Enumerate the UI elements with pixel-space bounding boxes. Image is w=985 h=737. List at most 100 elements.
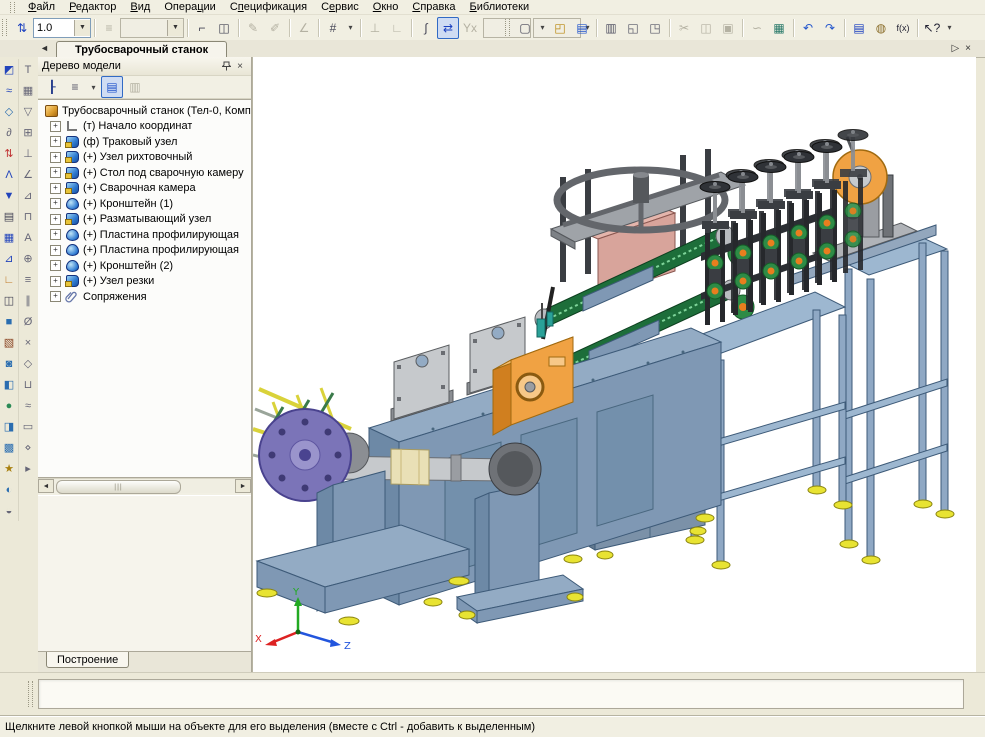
snap-toggle-icon[interactable]: ⇄ [437, 17, 459, 39]
layer-combo[interactable]: ▼ [120, 18, 184, 38]
scale-combo-dropdown[interactable]: ▼ [74, 20, 90, 36]
local-csys-icon[interactable]: ⌐ [191, 17, 213, 39]
scroll-left-arrow[interactable]: ◄ [38, 479, 54, 493]
library-manager-button[interactable]: ◍ [870, 17, 892, 39]
send-model-button[interactable]: ◳ [644, 17, 666, 39]
expand-icon[interactable]: + [50, 229, 61, 240]
cut-button[interactable]: ✂ [673, 17, 695, 39]
variables-button[interactable]: ▤ [848, 17, 870, 39]
pin-panel-icon[interactable] [219, 60, 233, 73]
tab-construction[interactable]: Построение [46, 652, 129, 668]
menu-grip[interactable] [10, 2, 15, 13]
close-panel-icon[interactable]: × [233, 60, 247, 73]
copy-button[interactable]: ◫ [695, 17, 717, 39]
document-tab[interactable]: Трубосварочный станок [56, 41, 227, 58]
solid-icon[interactable]: ■ [0, 312, 19, 331]
tolerance-icon[interactable]: ▽ [19, 102, 38, 121]
menu-Окно[interactable]: Окно [366, 1, 406, 13]
rhomb-icon[interactable]: ◇ [19, 354, 38, 373]
layer-combo-dropdown[interactable]: ▼ [167, 20, 183, 36]
expand-icon[interactable]: + [50, 276, 61, 287]
datum-icon[interactable]: ⊕ [19, 249, 38, 268]
new-document-button[interactable]: ▢ [514, 17, 536, 39]
corner-icon[interactable]: ∟ [0, 270, 19, 289]
expand-icon[interactable]: + [50, 152, 61, 163]
fx-button[interactable]: f(x) [892, 17, 914, 39]
redo-button[interactable]: ↷ [819, 17, 841, 39]
ortho-mode-icon[interactable]: ⊥ [364, 17, 386, 39]
clipboard-icon[interactable]: ◫ [0, 291, 19, 310]
boolean-icon[interactable]: ◐ [0, 480, 19, 499]
perpendicular-icon[interactable]: ⊥ [19, 144, 38, 163]
swap-arrows-icon[interactable]: ⇅ [0, 144, 19, 163]
display-mode-button[interactable]: ≡ [64, 76, 86, 98]
sheet-settings-icon[interactable]: ◫ [213, 17, 235, 39]
format-brush-button[interactable]: ∽ [746, 17, 768, 39]
auxiliary-geometry-icon[interactable]: Λ [0, 165, 19, 184]
toolbar-grip[interactable] [2, 19, 7, 36]
shell-icon[interactable]: ◨ [0, 417, 19, 436]
spline-mode-icon[interactable]: ∫ [415, 17, 437, 39]
tree-horizontal-scrollbar[interactable]: ◄ ||| ► [38, 478, 251, 493]
menu-Сервис[interactable]: Сервис [314, 1, 366, 13]
expand-icon[interactable]: + [50, 260, 61, 271]
surface-icon[interactable]: ◇ [0, 102, 19, 121]
print-preview-button[interactable]: ◱ [622, 17, 644, 39]
toolbar-grip-2[interactable] [505, 19, 510, 36]
grid-icon[interactable]: # [322, 17, 344, 39]
move-view-icon[interactable]: ∟ [386, 17, 408, 39]
text-a-icon[interactable]: A [19, 228, 38, 247]
coords-icon[interactable]: Yx [459, 17, 481, 39]
close-document-icon[interactable]: × [965, 43, 977, 54]
tree-item[interactable]: +(ф) Траковый узел [38, 134, 251, 150]
expand-icon[interactable]: + [50, 245, 61, 256]
measure-icon[interactable]: ⊿ [0, 249, 19, 268]
scroll-thumb[interactable]: ||| [56, 480, 181, 494]
new-dropdown[interactable]: ▾ [536, 17, 549, 39]
angle-dim-icon[interactable]: ∠ [19, 165, 38, 184]
tree-item[interactable]: +(+) Узел резки [38, 274, 251, 290]
applications-icon[interactable]: ★ [0, 459, 19, 478]
array-icon[interactable]: ▩ [0, 438, 19, 457]
tree-item[interactable]: +Сопряжения [38, 289, 251, 305]
open-button[interactable]: ◰ [549, 17, 571, 39]
leader-icon[interactable]: ⊿ [19, 186, 38, 205]
expand-icon[interactable]: + [50, 136, 61, 147]
layers-icon[interactable]: ≡ [98, 17, 120, 39]
scroll-track[interactable]: ||| [54, 480, 235, 492]
more-icon[interactable]: ▸ [19, 459, 38, 478]
menu-Справка[interactable]: Справка [405, 1, 462, 13]
grid-dropdown[interactable]: ▾ [344, 17, 357, 39]
toolbar-overflow-2[interactable]: ▾ [943, 17, 956, 39]
tree-item[interactable]: +(+) Кронштейн (2) [38, 258, 251, 274]
diamond-small-icon[interactable]: ⋄ [19, 438, 38, 457]
tree-item[interactable]: +(т) Начало координат [38, 119, 251, 135]
cube-icon[interactable]: ◧ [0, 375, 19, 394]
text-tool-icon[interactable]: T [19, 60, 38, 79]
hatch-icon[interactable]: ≡ [19, 270, 38, 289]
tree-item[interactable]: +(+) Разматывающий узел [38, 212, 251, 228]
tree-item[interactable]: +(+) Кронштейн (1) [38, 196, 251, 212]
save-button[interactable]: ▤ [571, 17, 593, 39]
expand-icon[interactable]: + [50, 183, 61, 194]
rect-icon[interactable]: ▭ [19, 417, 38, 436]
wave-icon[interactable]: ≈ [19, 396, 38, 415]
diameter-icon[interactable]: Ø [19, 312, 38, 331]
spline-icon[interactable]: ≈ [0, 81, 19, 100]
curve-edit-icon[interactable]: ✎ [242, 17, 264, 39]
undo-button[interactable]: ↶ [797, 17, 819, 39]
structure-view-button[interactable]: ▤ [101, 76, 123, 98]
tree-item[interactable]: +(+) Пластина профилирующая [38, 227, 251, 243]
parallel-icon[interactable]: ∥ [19, 291, 38, 310]
relations-button[interactable]: ▥ [124, 76, 146, 98]
scale-combo[interactable]: 1.0 ▼ [33, 18, 91, 38]
current-scale-icon[interactable]: ⇅ [11, 17, 33, 39]
expand-icon[interactable]: + [50, 167, 61, 178]
sheet-grid-icon[interactable]: ▦ [0, 228, 19, 247]
tree-structure-button[interactable]: ┠ [41, 76, 63, 98]
expand-icon[interactable]: + [50, 291, 61, 302]
attachments-icon[interactable]: ∂ [0, 123, 19, 142]
paste-button[interactable]: ▣ [717, 17, 739, 39]
tab-nav-left-icon[interactable]: ◄ [40, 43, 49, 53]
print-button[interactable]: ▥ [600, 17, 622, 39]
